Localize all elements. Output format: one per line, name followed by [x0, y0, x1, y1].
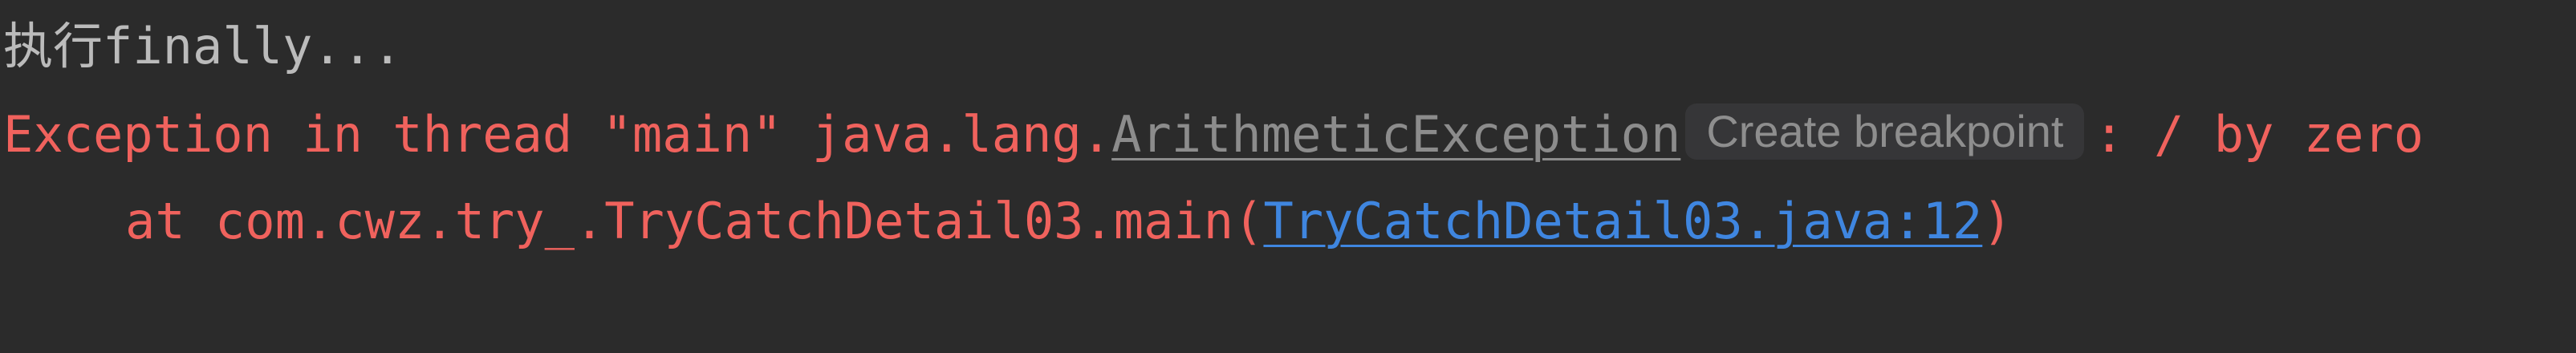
stacktrace-line: at com.cwz.try_.TryCatchDetail03.main(Tr… [125, 189, 2013, 254]
exception-prefix: Exception in thread "main" java.lang. [3, 105, 1112, 164]
stacktrace-prefix: at com.cwz.try_.TryCatchDetail03.main( [125, 192, 1264, 250]
console-output: 执行finally... Exception in thread "main" … [0, 0, 2576, 353]
stdout-line: 执行finally... [3, 14, 402, 79]
exception-message: : / by zero [2094, 105, 2424, 164]
stdout-cjk-prefix: 执行 [3, 17, 104, 75]
stacktrace-suffix: ) [1982, 192, 2013, 250]
stdout-text: finally... [103, 17, 403, 75]
exception-line: Exception in thread "main" java.lang.Ari… [3, 103, 2424, 167]
exception-class-link[interactable]: ArithmeticException [1111, 105, 1680, 164]
create-breakpoint-button[interactable]: Create breakpoint [1685, 103, 2085, 160]
source-location-link[interactable]: TryCatchDetail03.java:12 [1263, 192, 1982, 250]
